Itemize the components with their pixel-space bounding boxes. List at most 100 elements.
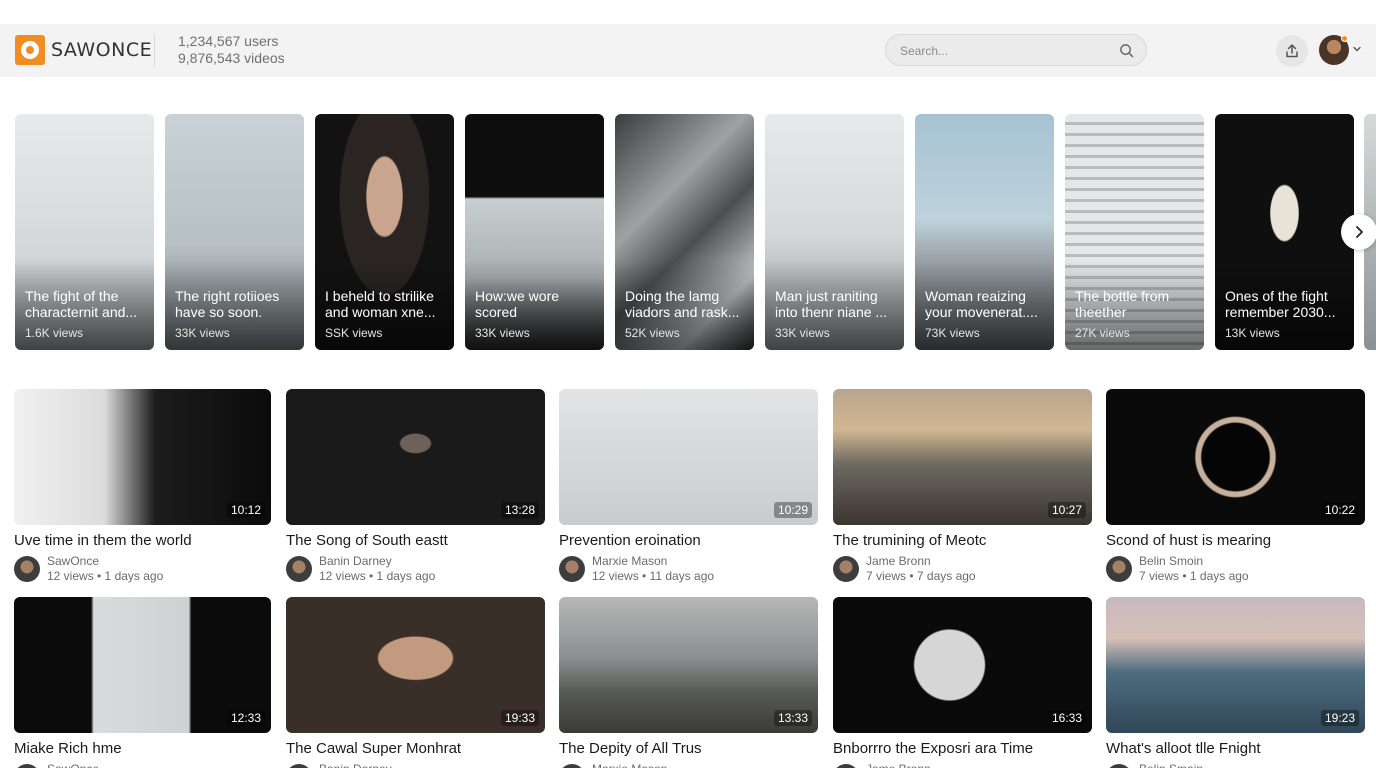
channel-name[interactable]: Belin Smoin [1139,554,1203,568]
logo-icon [15,35,45,65]
channel-name[interactable]: Belin Smain [1139,762,1203,768]
channel-name[interactable]: SawOnce [47,554,99,568]
video-card[interactable]: 10:29 Prevention eroination Marxie Mason 12… [559,389,818,588]
video-meta: Marxie Mason [559,762,818,768]
video-card[interactable]: 13:33 The Depity of All Trus Marxie Mason [559,597,818,768]
top-header: SAWONCE 1,234,567 users 9,876,543 videos [0,24,1376,77]
search-bar[interactable] [885,34,1147,66]
video-meta: SawOnce [14,762,271,768]
video-card[interactable]: 10:22 Scond of hust is mearing Belin Smoin… [1106,389,1365,588]
short-card[interactable]: Doing the lamg viadors and rask... 52K vi… [615,114,754,350]
short-title: Woman reaizing your movenerat.... [925,288,1038,320]
video-title[interactable]: The Cawal Super Monhrat [286,740,545,757]
channel-name[interactable]: Banin Darney [319,554,392,568]
brand-name: SAWONCE [51,39,153,61]
video-title[interactable]: The Song of South eastt [286,532,545,549]
short-card[interactable]: How:we wore scored 33K views [465,114,604,350]
short-title: The fight of the characternit and... [25,288,138,320]
channel-avatar[interactable] [559,556,585,582]
video-duration: 19:23 [1320,710,1359,726]
video-title[interactable]: The trumining of Meotc [833,532,1092,549]
video-thumbnail[interactable]: 10:29 [559,389,818,525]
video-card[interactable]: 19:33 The Cawal Super Monhrat Banin Darney [286,597,545,768]
channel-avatar[interactable] [833,764,859,768]
chevron-down-icon[interactable] [1352,44,1362,54]
channel-name[interactable]: Marxie Mason [592,762,667,768]
short-title: Ones of the fight remember 2030... [1225,288,1336,320]
video-thumbnail[interactable]: 10:27 [833,389,1092,525]
video-meta: Jame Bronn 7 views • 7 days ago [833,554,1092,588]
video-thumbnail[interactable]: 12:33 [14,597,271,733]
users-count: 1,234,567 users [178,33,279,49]
channel-name[interactable]: Banin Darney [319,762,392,768]
short-views: 73K views [925,326,980,340]
short-views: 33K views [775,326,830,340]
video-title[interactable]: Scond of hust is mearing [1106,532,1365,549]
short-title: I beheld to strilike and woman xne... [325,288,436,320]
video-thumbnail[interactable]: 19:23 [1106,597,1365,733]
channel-avatar[interactable] [14,764,40,768]
channel-avatar[interactable] [1106,556,1132,582]
video-thumbnail[interactable]: 16:33 [833,597,1092,733]
short-card[interactable]: I beheld to strilike and woman xne... SSK… [315,114,454,350]
channel-avatar[interactable] [559,764,585,768]
shorts-next-button[interactable] [1341,214,1376,250]
video-stats: 12 views • 1 days ago [47,569,164,583]
header-divider [154,34,155,67]
channel-avatar[interactable] [14,556,40,582]
video-card[interactable]: 16:33 Bnborrro the Exposri ara Time Jame B… [833,597,1092,768]
video-title[interactable]: Prevention eroination [559,532,818,549]
channel-name[interactable]: Jame Bronn [866,762,931,768]
video-card[interactable]: 19:23 What's alloot tlle Fnight Belin Smai… [1106,597,1365,768]
short-views: 33K views [175,326,230,340]
short-views: 1.6K views [25,326,84,340]
upload-button[interactable] [1276,35,1308,67]
video-duration: 13:28 [500,502,539,518]
video-meta: Belin Smoin 7 views • 1 days ago [1106,554,1365,588]
video-meta: Banin Darney [286,762,545,768]
short-title: The right rotiioes have so soon. [175,288,280,320]
channel-avatar[interactable] [1106,764,1132,768]
search-icon[interactable] [1119,43,1134,58]
short-title: Doing the lamg viadors and rask... [625,288,740,320]
short-card[interactable]: The right rotiioes have so soon. 33K view… [165,114,304,350]
video-thumbnail[interactable]: 19:33 [286,597,545,733]
video-title[interactable]: What's alloot tlle Fnight [1106,740,1365,757]
short-title: Man just raniting into thenr niane ... [775,288,888,320]
site-stats: 1,234,567 users 9,876,543 videos [178,33,285,67]
video-card[interactable]: 10:12 Uve time in them the world SawOnce 12… [14,389,271,588]
videos-count: 9,876,543 videos [178,50,285,66]
channel-avatar[interactable] [833,556,859,582]
video-card[interactable]: 13:28 The Song of South eastt Banin Darney… [286,389,545,588]
video-thumbnail[interactable]: 13:28 [286,389,545,525]
video-meta: Marxie Mason 12 views • 11 days ago [559,554,818,588]
short-card[interactable]: Woman reaizing your movenerat.... 73K vie… [915,114,1054,350]
video-title[interactable]: The Depity of All Trus [559,740,818,757]
video-thumbnail[interactable]: 10:22 [1106,389,1365,525]
video-thumbnail[interactable]: 13:33 [559,597,818,733]
channel-name[interactable]: SawOnce [47,762,99,768]
short-views: 52K views [625,326,680,340]
short-title: The bottle from theether [1075,288,1170,320]
short-views: SSK views [325,326,383,340]
video-title[interactable]: Miake Rich hme [14,740,271,757]
video-title[interactable]: Uve time in them the world [14,532,271,549]
short-card[interactable]: Man just raniting into thenr niane ... 33… [765,114,904,350]
search-input[interactable] [900,42,1110,60]
channel-avatar[interactable] [286,764,312,768]
shorts-row: The fight of the characternit and... 1.6K… [15,114,1376,351]
brand-logo[interactable]: SAWONCE [15,35,152,65]
channel-avatar[interactable] [286,556,312,582]
short-card[interactable]: The fight of the characternit and... 1.6K… [15,114,154,350]
channel-name[interactable]: Marxie Mason [592,554,667,568]
video-thumbnail[interactable]: 10:12 [14,389,271,525]
short-card[interactable]: The bottle from theether 27K views [1065,114,1204,350]
video-stats: 7 views • 1 days ago [1139,569,1249,583]
video-duration: 10:27 [1047,502,1086,518]
video-card[interactable]: 10:27 The trumining of Meotc Jame Bronn 7 v… [833,389,1092,588]
video-duration: 10:29 [773,502,812,518]
video-title[interactable]: Bnborrro the Exposri ara Time [833,740,1092,757]
channel-name[interactable]: Jame Bronn [866,554,931,568]
video-card[interactable]: 12:33 Miake Rich hme SawOnce [14,597,271,768]
short-card[interactable]: Ones of the fight remember 2030... 13K vi… [1215,114,1354,350]
